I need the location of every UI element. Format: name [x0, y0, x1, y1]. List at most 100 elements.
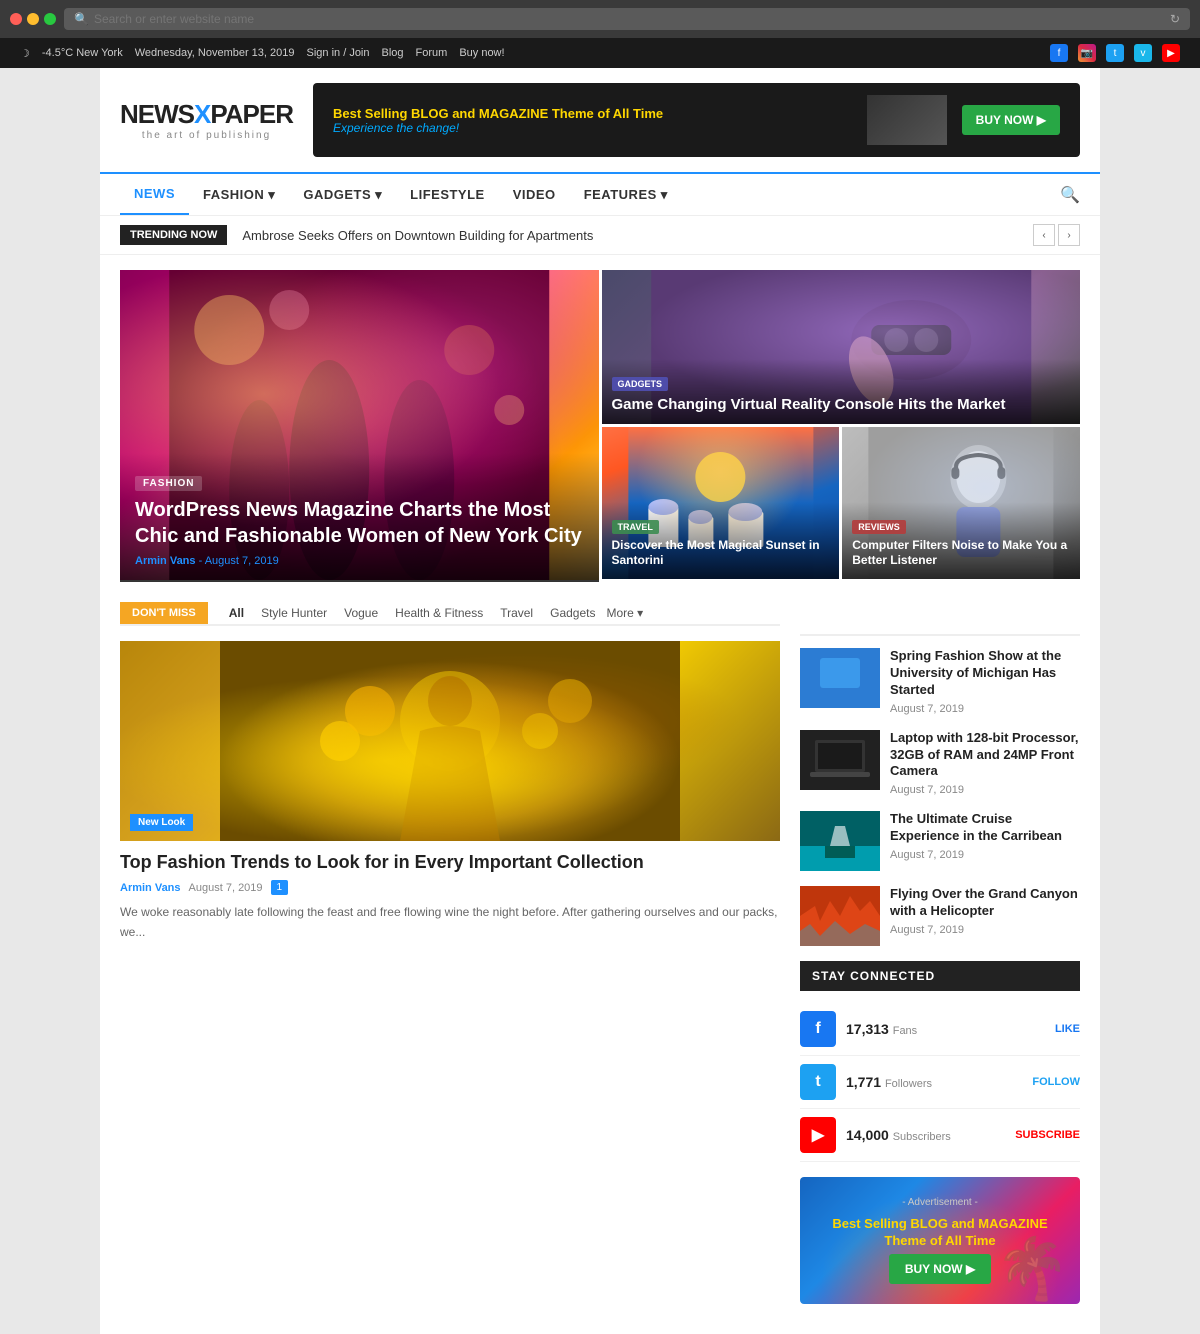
- header-banner[interactable]: Best Selling BLOG and MAGAZINE Theme of …: [313, 83, 1080, 157]
- nav-item-video[interactable]: VIDEO: [499, 174, 570, 215]
- youtube-subscribe-button[interactable]: SUBSCRIBE: [1015, 1129, 1080, 1141]
- nav-item-features[interactable]: FEATURES: [570, 174, 682, 215]
- facebook-icon[interactable]: f: [1050, 44, 1068, 62]
- list-item[interactable]: The Ultimate Cruise Experience in the Ca…: [800, 811, 1080, 871]
- minimize-button[interactable]: [27, 13, 39, 25]
- dont-miss-label: DON'T MISS: [120, 602, 208, 624]
- twitter-count: 1,771: [846, 1074, 881, 1090]
- article-title: Flying Over the Grand Canyon with a Heli…: [890, 886, 1080, 920]
- ad-title-p2: Theme of All Time: [884, 1233, 995, 1248]
- hero-main-meta: Armin Vans - August 7, 2019: [135, 555, 584, 567]
- url-input[interactable]: [94, 12, 1165, 26]
- twitter-icon[interactable]: t: [1106, 44, 1124, 62]
- close-button[interactable]: [10, 13, 22, 25]
- top-bar-right: f 📷 t v ▶: [1050, 44, 1180, 62]
- ad-title: Best Selling BLOG and MAGAZINE Theme of …: [820, 1216, 1060, 1250]
- santorini-overlay: TRAVEL Discover the Most Magical Sunset …: [602, 502, 840, 579]
- site-header: NEWSXPAPER the art of publishing Best Se…: [100, 68, 1100, 172]
- twitter-follow-button[interactable]: FOLLOW: [1032, 1076, 1080, 1088]
- banner-suffix: Theme of All Time: [548, 106, 663, 121]
- tab-health-fitness[interactable]: Health & Fitness: [389, 602, 489, 624]
- youtube-social-icon[interactable]: ▶: [800, 1117, 836, 1153]
- nav-item-fashion[interactable]: FASHION: [189, 174, 289, 215]
- youtube-social-row: ▶ 14,000 Subscribers SUBSCRIBE: [800, 1109, 1080, 1162]
- search-button[interactable]: 🔍: [1060, 185, 1080, 205]
- banner-subtitle: Experience the change!: [333, 121, 852, 135]
- twitter-social-icon[interactable]: t: [800, 1064, 836, 1100]
- nav-item-gadgets[interactable]: GADGETS: [289, 174, 396, 215]
- hero-santorini-article[interactable]: TRAVEL Discover the Most Magical Sunset …: [602, 427, 840, 579]
- article-info: The Ultimate Cruise Experience in the Ca…: [890, 811, 1080, 871]
- hero-side-articles: GADGETS Game Changing Virtual Reality Co…: [602, 270, 1081, 579]
- forum-link[interactable]: Forum: [416, 47, 448, 59]
- featured-comment-count: 1: [271, 880, 289, 895]
- featured-article: New Look Top Fashion Trends to Look for …: [120, 641, 780, 942]
- list-item[interactable]: Laptop with 128-bit Processor, 32GB of R…: [800, 730, 1080, 797]
- facebook-like-button[interactable]: LIKE: [1055, 1023, 1080, 1035]
- banner-text: Best Selling BLOG and MAGAZINE Theme of …: [333, 106, 852, 135]
- vimeo-icon[interactable]: v: [1134, 44, 1152, 62]
- tab-travel[interactable]: Travel: [494, 602, 539, 624]
- sidebar-advertisement[interactable]: - Advertisement - Best Selling BLOG and …: [800, 1177, 1080, 1304]
- hero-main-overlay: FASHION WordPress News Magazine Charts t…: [120, 453, 599, 582]
- featured-excerpt: We woke reasonably late following the fe…: [120, 903, 780, 941]
- section-dont-miss: DON'T MISS All Style Hunter Vogue Health…: [120, 602, 1080, 1304]
- article-title: The Ultimate Cruise Experience in the Ca…: [890, 811, 1080, 845]
- trending-bar: TRENDING NOW Ambrose Seeks Offers on Dow…: [100, 216, 1100, 255]
- site-logo[interactable]: NEWSXPAPER the art of publishing: [120, 99, 293, 141]
- featured-article-image[interactable]: New Look: [120, 641, 780, 841]
- article-info: Flying Over the Grand Canyon with a Heli…: [890, 886, 1080, 946]
- facebook-social-icon[interactable]: f: [800, 1011, 836, 1047]
- refresh-icon[interactable]: ↻: [1170, 12, 1180, 26]
- signin-link[interactable]: Sign in / Join: [307, 47, 370, 59]
- maximize-button[interactable]: [44, 13, 56, 25]
- hero-vr-article[interactable]: GADGETS Game Changing Virtual Reality Co…: [602, 270, 1081, 424]
- list-item[interactable]: Spring Fashion Show at the University of…: [800, 648, 1080, 715]
- tab-style-hunter[interactable]: Style Hunter: [255, 602, 333, 624]
- youtube-count: 14,000: [846, 1127, 889, 1143]
- banner-buy-button[interactable]: BUY NOW ▶: [962, 105, 1060, 135]
- nav-item-news[interactable]: NEWS: [120, 174, 189, 215]
- filters-overlay: REVIEWS Computer Filters Noise to Make Y…: [842, 502, 1080, 579]
- top-bar-left: ☽ -4.5°C New York Wednesday, November 13…: [20, 47, 1035, 60]
- weather-moon-icon: ☽: [20, 47, 30, 60]
- banner-image: [867, 95, 947, 145]
- facebook-social-row: f 17,313 Fans LIKE: [800, 1003, 1080, 1056]
- filters-title: Computer Filters Noise to Make You a Bet…: [852, 538, 1070, 569]
- tab-gadgets[interactable]: Gadgets: [544, 602, 601, 624]
- article-title: Laptop with 128-bit Processor, 32GB of R…: [890, 730, 1080, 781]
- address-bar[interactable]: 🔍 ↻: [64, 8, 1190, 30]
- buynow-link[interactable]: Buy now!: [459, 47, 504, 59]
- canyon-thumb-svg: [800, 886, 880, 946]
- search-icon: 🔍: [74, 12, 89, 26]
- tabs-more-button[interactable]: More ▾: [606, 606, 643, 620]
- article-title: Spring Fashion Show at the University of…: [890, 648, 1080, 699]
- hero-filters-article[interactable]: REVIEWS Computer Filters Noise to Make Y…: [842, 427, 1080, 579]
- tab-all[interactable]: All: [223, 602, 250, 624]
- trending-prev-button[interactable]: ‹: [1033, 224, 1055, 246]
- nav-links: NEWS FASHION GADGETS LIFESTYLE VIDEO FEA…: [120, 174, 682, 215]
- featured-author: Armin Vans: [120, 882, 181, 894]
- main-content: FASHION WordPress News Magazine Charts t…: [100, 255, 1100, 1334]
- small-articles-list: Spring Fashion Show at the University of…: [800, 648, 1080, 946]
- youtube-icon[interactable]: ▶: [1162, 44, 1180, 62]
- article-thumbnail: [800, 730, 880, 790]
- twitter-stats: 1,771 Followers: [846, 1074, 1022, 1090]
- fashion-thumb: [800, 648, 880, 708]
- weather-display: -4.5°C New York: [42, 47, 123, 59]
- blog-link[interactable]: Blog: [382, 47, 404, 59]
- browser-chrome: 🔍 ↻: [0, 0, 1200, 38]
- hero-main-article[interactable]: FASHION WordPress News Magazine Charts t…: [120, 270, 599, 582]
- tab-vogue[interactable]: Vogue: [338, 602, 384, 624]
- article-thumbnail: [800, 886, 880, 946]
- logo-paper: PAPER: [210, 99, 293, 129]
- instagram-icon[interactable]: 📷: [1078, 44, 1096, 62]
- hero-date: August 7, 2019: [205, 555, 279, 567]
- ad-buy-button[interactable]: BUY NOW ▶: [889, 1254, 991, 1284]
- featured-article-title: Top Fashion Trends to Look for in Every …: [120, 851, 780, 874]
- article-thumbnail: [800, 811, 880, 871]
- list-item[interactable]: Flying Over the Grand Canyon with a Heli…: [800, 886, 1080, 946]
- right-panel: Spring Fashion Show at the University of…: [800, 602, 1080, 1304]
- trending-next-button[interactable]: ›: [1058, 224, 1080, 246]
- nav-item-lifestyle[interactable]: LIFESTYLE: [396, 174, 499, 215]
